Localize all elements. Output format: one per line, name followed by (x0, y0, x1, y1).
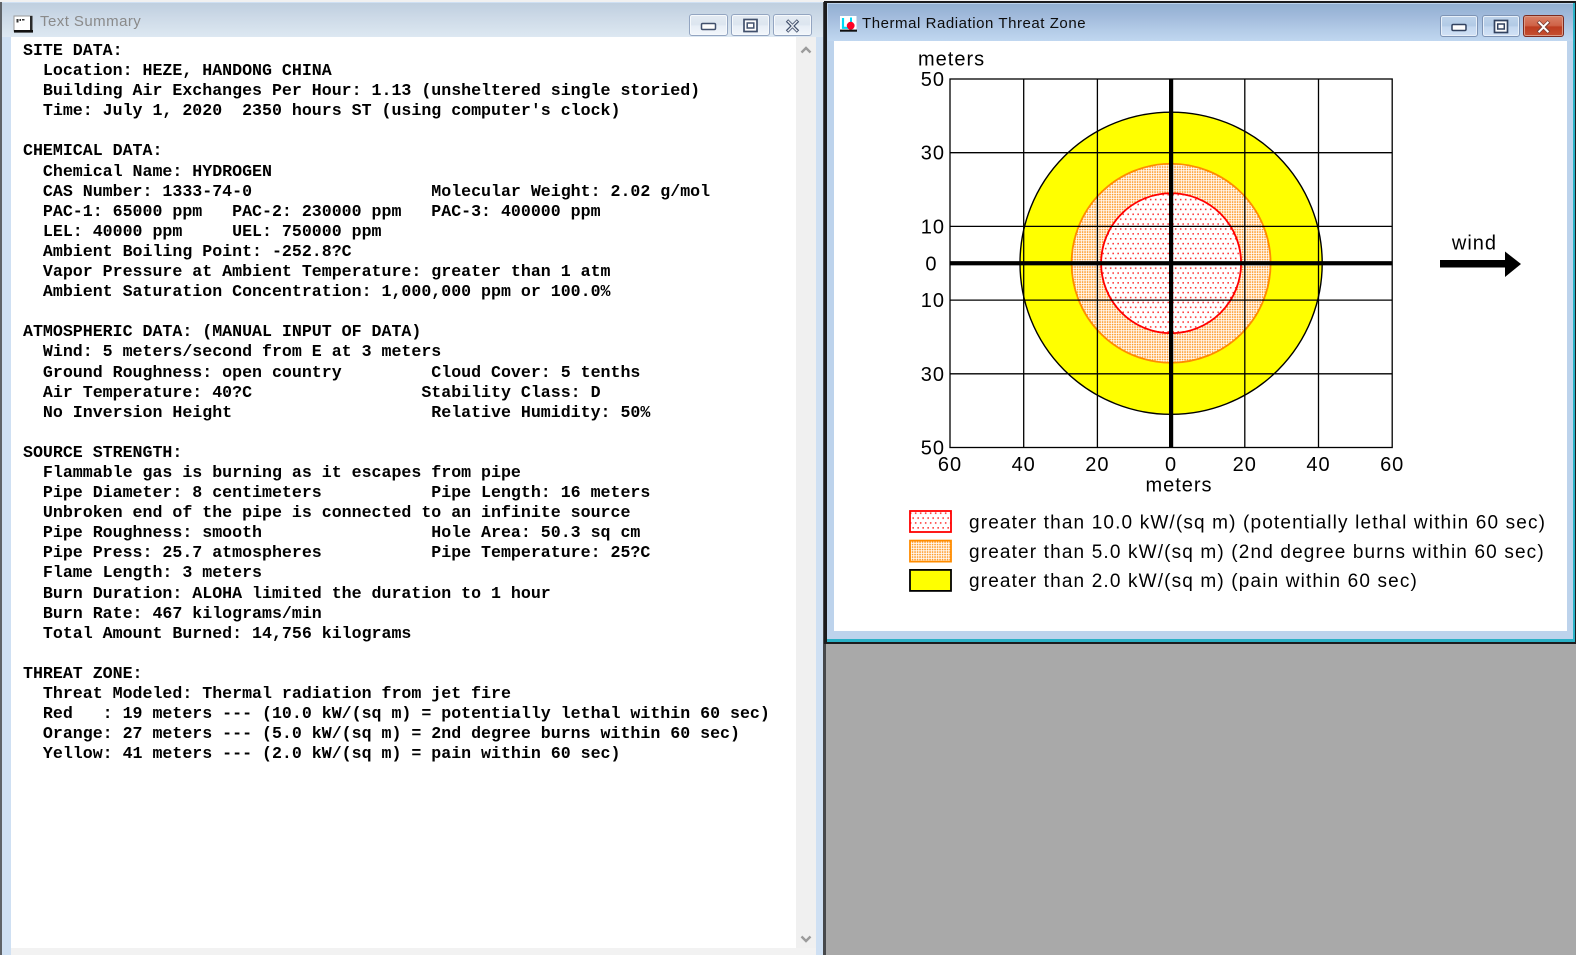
svg-text:wind: wind (1451, 233, 1497, 255)
svg-text:greater than 5.0 kW/(sq m) (2n: greater than 5.0 kW/(sq m) (2nd degree b… (969, 542, 1545, 563)
svg-text:meters: meters (1145, 475, 1212, 497)
svg-text:10: 10 (921, 216, 945, 238)
svg-text:20: 20 (1233, 454, 1257, 476)
svg-text:0: 0 (925, 253, 937, 275)
svg-text:30: 30 (921, 143, 945, 165)
svg-text:10: 10 (921, 290, 945, 312)
svg-text:50: 50 (921, 69, 945, 91)
svg-text:greater than 2.0 kW/(sq m) (pa: greater than 2.0 kW/(sq m) (pain within … (969, 571, 1418, 592)
svg-text:meters: meters (918, 49, 985, 71)
svg-text:greater than 10.0 kW/(sq m) (p: greater than 10.0 kW/(sq m) (potentially… (969, 513, 1546, 534)
svg-text:40: 40 (1012, 454, 1036, 476)
svg-text:0: 0 (1165, 454, 1177, 476)
svg-text:40: 40 (1306, 454, 1330, 476)
svg-text:60: 60 (1380, 454, 1404, 476)
svg-text:60: 60 (938, 454, 962, 476)
svg-text:20: 20 (1085, 454, 1109, 476)
svg-text:30: 30 (921, 364, 945, 386)
